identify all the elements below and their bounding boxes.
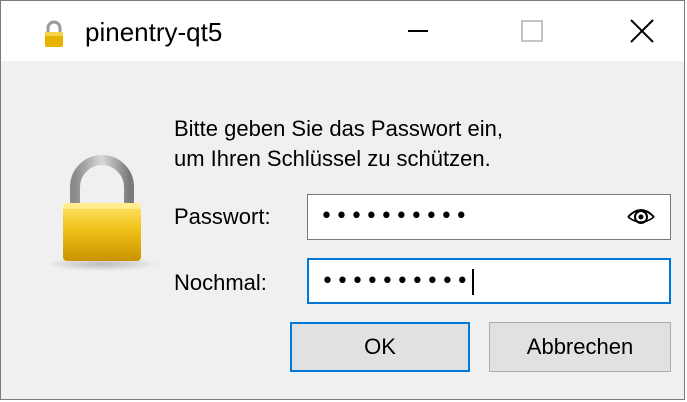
close-icon	[630, 19, 654, 43]
instruction-line-1: Bitte geben Sie das Passwort ein,	[174, 116, 503, 141]
maximize-icon	[521, 20, 543, 42]
eye-icon[interactable]	[626, 205, 656, 229]
window-title: pinentry-qt5	[85, 17, 223, 47]
repeat-password-field[interactable]: ••••••••••	[307, 258, 671, 304]
lock-icon	[45, 20, 63, 47]
pinentry-window: pinentry-qt5 Bitte geben Sie das Passwor…	[0, 0, 685, 400]
password-label: Passwort:	[174, 204, 271, 229]
minimize-icon	[408, 30, 428, 32]
ok-button[interactable]: OK	[290, 322, 470, 372]
repeat-password-value: ••••••••••	[321, 266, 474, 298]
repeat-password-label: Nochmal:	[174, 270, 267, 295]
instruction-line-2: um Ihren Schlüssel zu schützen.	[174, 146, 491, 171]
text-caret	[471, 269, 474, 295]
instruction-text: Bitte geben Sie das Passwort ein, um Ihr…	[174, 114, 503, 174]
title-bar[interactable]: pinentry-qt5	[1, 1, 684, 61]
cancel-button[interactable]: Abbrechen	[489, 322, 671, 372]
minimize-button[interactable]	[373, 1, 463, 61]
padlock-icon	[44, 155, 160, 271]
password-value: ••••••••••	[320, 204, 470, 229]
password-field[interactable]: ••••••••••	[307, 194, 671, 240]
maximize-button[interactable]	[487, 1, 577, 61]
close-button[interactable]	[597, 1, 687, 61]
